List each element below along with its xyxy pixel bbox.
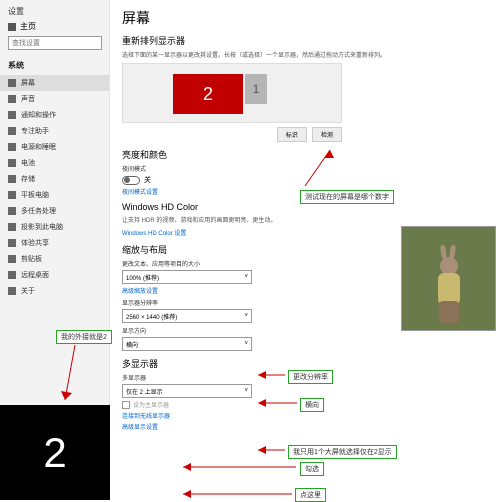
sidebar-item-power[interactable]: 电源和睡眠: [0, 139, 109, 155]
annotation-external: 我的外接就是2: [56, 330, 112, 344]
search-input[interactable]: [8, 36, 102, 50]
sidebar-item-remote[interactable]: 远程桌面: [0, 267, 109, 283]
night-mode-label: 夜间模式: [122, 164, 492, 173]
app-title: 设置: [8, 6, 101, 17]
sidebar-item-clipboard[interactable]: 剪贴板: [0, 251, 109, 267]
focus-icon: [8, 127, 16, 135]
brightness-heading: 亮度和颜色: [122, 148, 492, 161]
rabbit-image: [401, 226, 496, 331]
sound-icon: [8, 95, 16, 103]
clipboard-icon: [8, 255, 16, 263]
wireless-display-link[interactable]: 连接到无线显示器: [122, 411, 492, 420]
identify-button[interactable]: 标识: [277, 127, 307, 142]
orientation-dropdown[interactable]: 横向˅: [122, 337, 252, 351]
rearrange-hint: 选择下面的某一显示器以更改其设置。长按（或选择）一个显示器，然后通过拖动方式来重…: [122, 50, 492, 59]
annotation-multimode: 我只用1个大屏就选择仅在2显示: [288, 445, 397, 459]
tablet-icon: [8, 191, 16, 199]
notify-icon: [8, 111, 16, 119]
sidebar-item-display[interactable]: 屏幕: [0, 75, 109, 91]
chevron-down-icon: ˅: [244, 341, 248, 347]
share-icon: [8, 239, 16, 247]
home-label: 主页: [20, 21, 36, 32]
display-icon: [8, 79, 16, 87]
chevron-down-icon: ˅: [244, 274, 248, 280]
monitor-2[interactable]: 2: [173, 74, 243, 114]
multi-display-heading: 多显示器: [122, 357, 492, 370]
home-icon: [8, 23, 16, 31]
sidebar-item-project[interactable]: 投影到此电脑: [0, 219, 109, 235]
hdr-hint: 让支持 HDR 的视频、游戏和应用的画面更明亮、更生动。: [122, 215, 492, 224]
sidebar-item-battery[interactable]: 电池: [0, 155, 109, 171]
toggle-state: 关: [144, 175, 151, 185]
remote-icon: [8, 271, 16, 279]
rearrange-heading: 重新排列显示器: [122, 34, 492, 47]
sidebar-item-storage[interactable]: 存储: [0, 171, 109, 187]
sidebar-item-about[interactable]: 关于: [0, 283, 109, 299]
multitask-icon: [8, 207, 16, 215]
sidebar-item-sound[interactable]: 声音: [0, 91, 109, 107]
annotation-resolution: 更改分辨率: [288, 370, 333, 384]
chevron-down-icon: ˅: [244, 313, 248, 319]
annotation-checkbox: 勾选: [300, 462, 324, 476]
adv-display-link[interactable]: 高级显示设置: [122, 422, 492, 431]
sidebar-item-focus[interactable]: 专注助手: [0, 123, 109, 139]
sidebar-section: 系统: [0, 56, 109, 75]
home-nav[interactable]: 主页: [8, 21, 101, 32]
sidebar-item-notify[interactable]: 通知和操作: [0, 107, 109, 123]
power-icon: [8, 143, 16, 151]
annotation-identify: 测试现在的屏幕是哪个数字: [300, 190, 394, 204]
monitor-arrangement[interactable]: 2 1: [122, 63, 342, 123]
chevron-down-icon: ˅: [244, 388, 248, 394]
project-icon: [8, 223, 16, 231]
about-icon: [8, 287, 16, 295]
sidebar-item-multitask[interactable]: 多任务处理: [0, 203, 109, 219]
night-mode-toggle[interactable]: 关: [122, 175, 492, 185]
detect-button[interactable]: 检测: [312, 127, 342, 142]
annotation-orientation: 横向: [300, 398, 324, 412]
checkbox-icon: [122, 401, 130, 409]
multi-mode-dropdown[interactable]: 仅在 2 上显示˅: [122, 384, 252, 398]
monitor-1[interactable]: 1: [245, 74, 267, 104]
sidebar-item-tablet[interactable]: 平板电脑: [0, 187, 109, 203]
resolution-dropdown[interactable]: 2560 × 1440 (推荐)˅: [122, 309, 252, 323]
identify-overlay: 2: [0, 405, 110, 500]
sidebar-item-share[interactable]: 体验共享: [0, 235, 109, 251]
storage-icon: [8, 175, 16, 183]
toggle-switch-icon: [122, 176, 140, 185]
page-title: 屏幕: [122, 8, 492, 28]
battery-icon: [8, 159, 16, 167]
text-size-dropdown[interactable]: 100% (推荐)˅: [122, 270, 252, 284]
